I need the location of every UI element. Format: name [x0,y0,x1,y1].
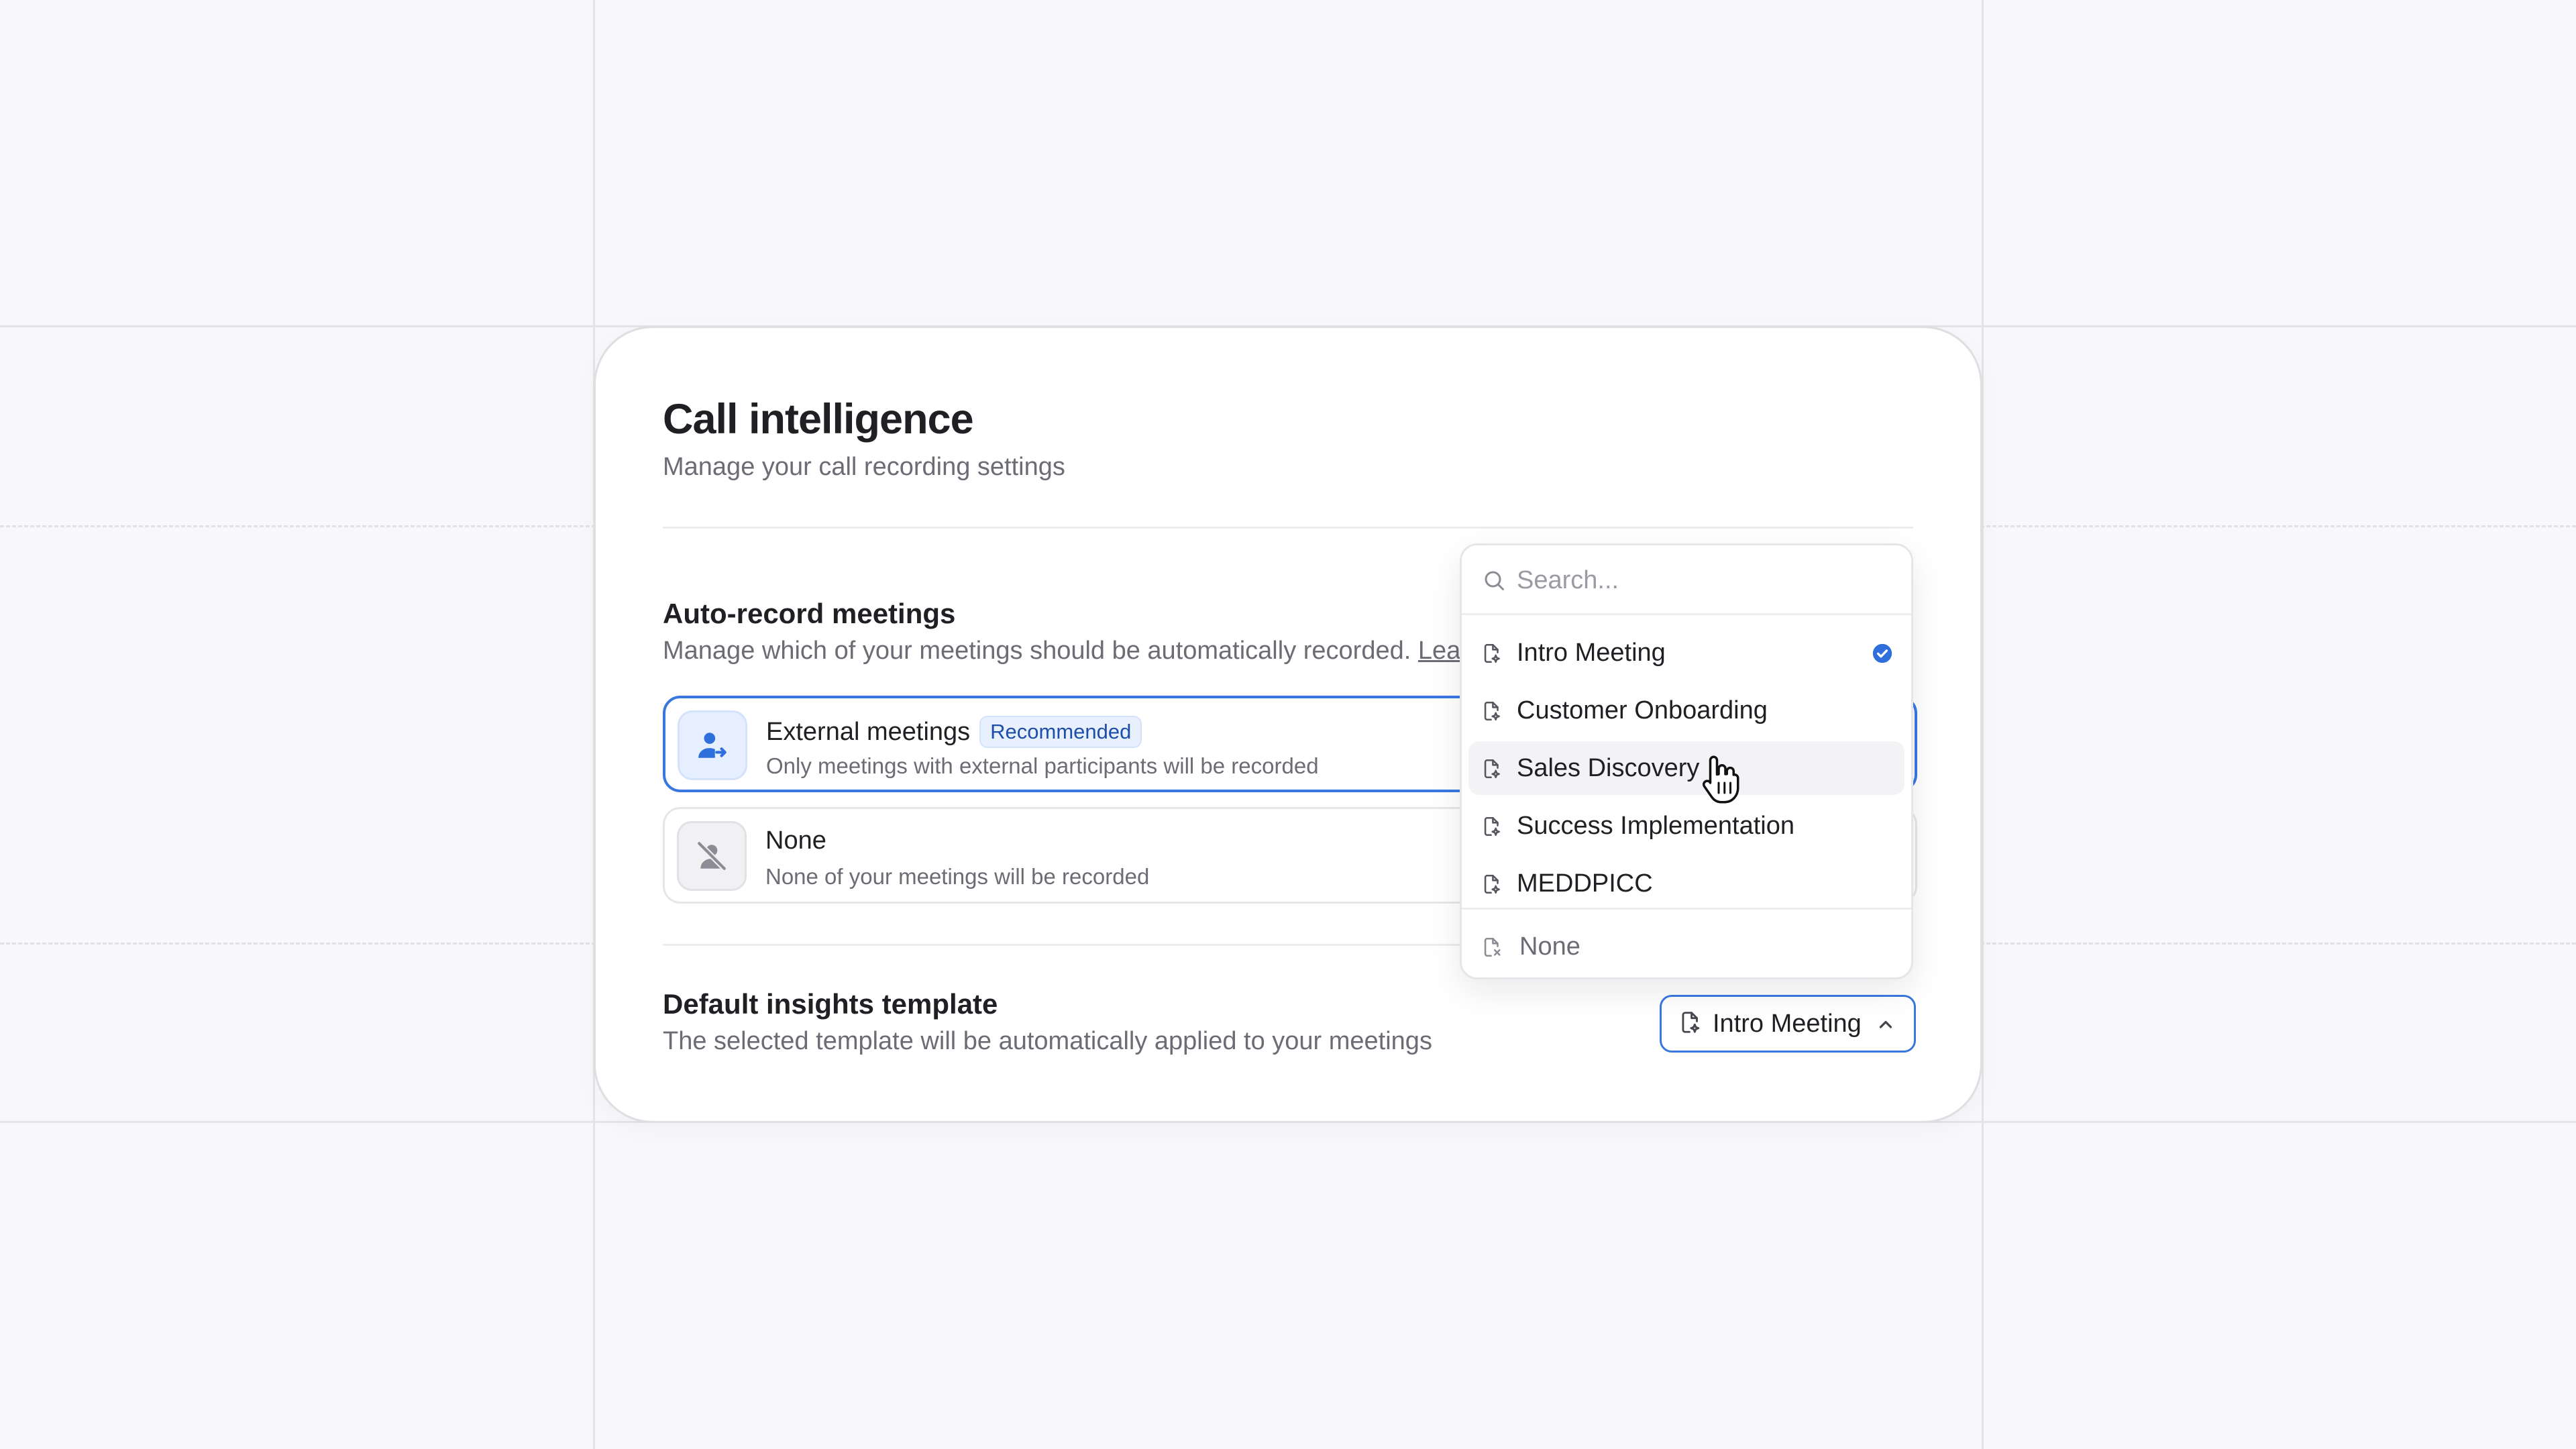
dropdown-item-label: Sales Discovery [1517,753,1700,782]
template-file-icon [1481,815,1503,841]
divider [663,527,1913,529]
auto-record-title: Auto-record meetings [663,598,956,629]
check-circle-icon [1871,642,1894,668]
dropdown-item-none[interactable]: None [1468,920,1904,973]
template-select-value: Intro Meeting [1713,1009,1862,1038]
template-select[interactable]: Intro Meeting [1660,995,1916,1053]
dropdown-item-label: Customer Onboarding [1517,696,1768,724]
dropdown-item-label: Intro Meeting [1517,638,1666,667]
dropdown-item-label: MEDDPICC [1517,869,1653,898]
template-file-icon [1481,873,1503,899]
template-file-icon [1481,757,1503,784]
chevron-up-icon [1874,1013,1898,1040]
template-title: Default insights template [663,988,998,1020]
dropdown-item-success-implementation[interactable]: Success Implementation [1468,799,1904,853]
dropdown-item-meddpicc[interactable]: MEDDPICC [1468,857,1904,910]
dropdown-separator [1462,908,1911,910]
dropdown-item-label: Success Implementation [1517,811,1794,840]
user-arrow-icon [678,710,747,780]
dropdown-search [1462,545,1911,615]
template-none-icon [1481,936,1503,962]
template-file-icon [1678,1010,1703,1038]
option-title: None [765,826,826,855]
user-slash-icon [677,821,747,891]
dropdown-item-customer-onboarding[interactable]: Customer Onboarding [1468,684,1904,737]
hand-cursor-icon [1699,753,1746,810]
dropdown-item-intro-meeting[interactable]: Intro Meeting [1468,626,1904,680]
dropdown-item-sales-discovery[interactable]: Sales Discovery [1468,741,1904,795]
search-input[interactable] [1517,563,1879,598]
page-subtitle: Manage your call recording settings [663,453,1065,481]
template-file-icon [1481,642,1503,668]
template-dropdown: Intro Meeting Customer Onboarding Sales … [1460,543,1913,979]
option-description: Only meetings with external participants… [766,753,1319,778]
auto-record-description: Manage which of your meetings should be … [663,637,1548,665]
dropdown-item-label: None [1519,932,1580,961]
template-description: The selected template will be automatica… [663,1027,1432,1055]
option-description: None of your meetings will be recorded [765,864,1150,889]
option-title: External meetings [766,717,971,746]
search-icon [1482,568,1506,596]
page-title: Call intelligence [663,396,974,443]
recommended-badge: Recommended [979,716,1142,748]
template-file-icon [1481,700,1503,726]
